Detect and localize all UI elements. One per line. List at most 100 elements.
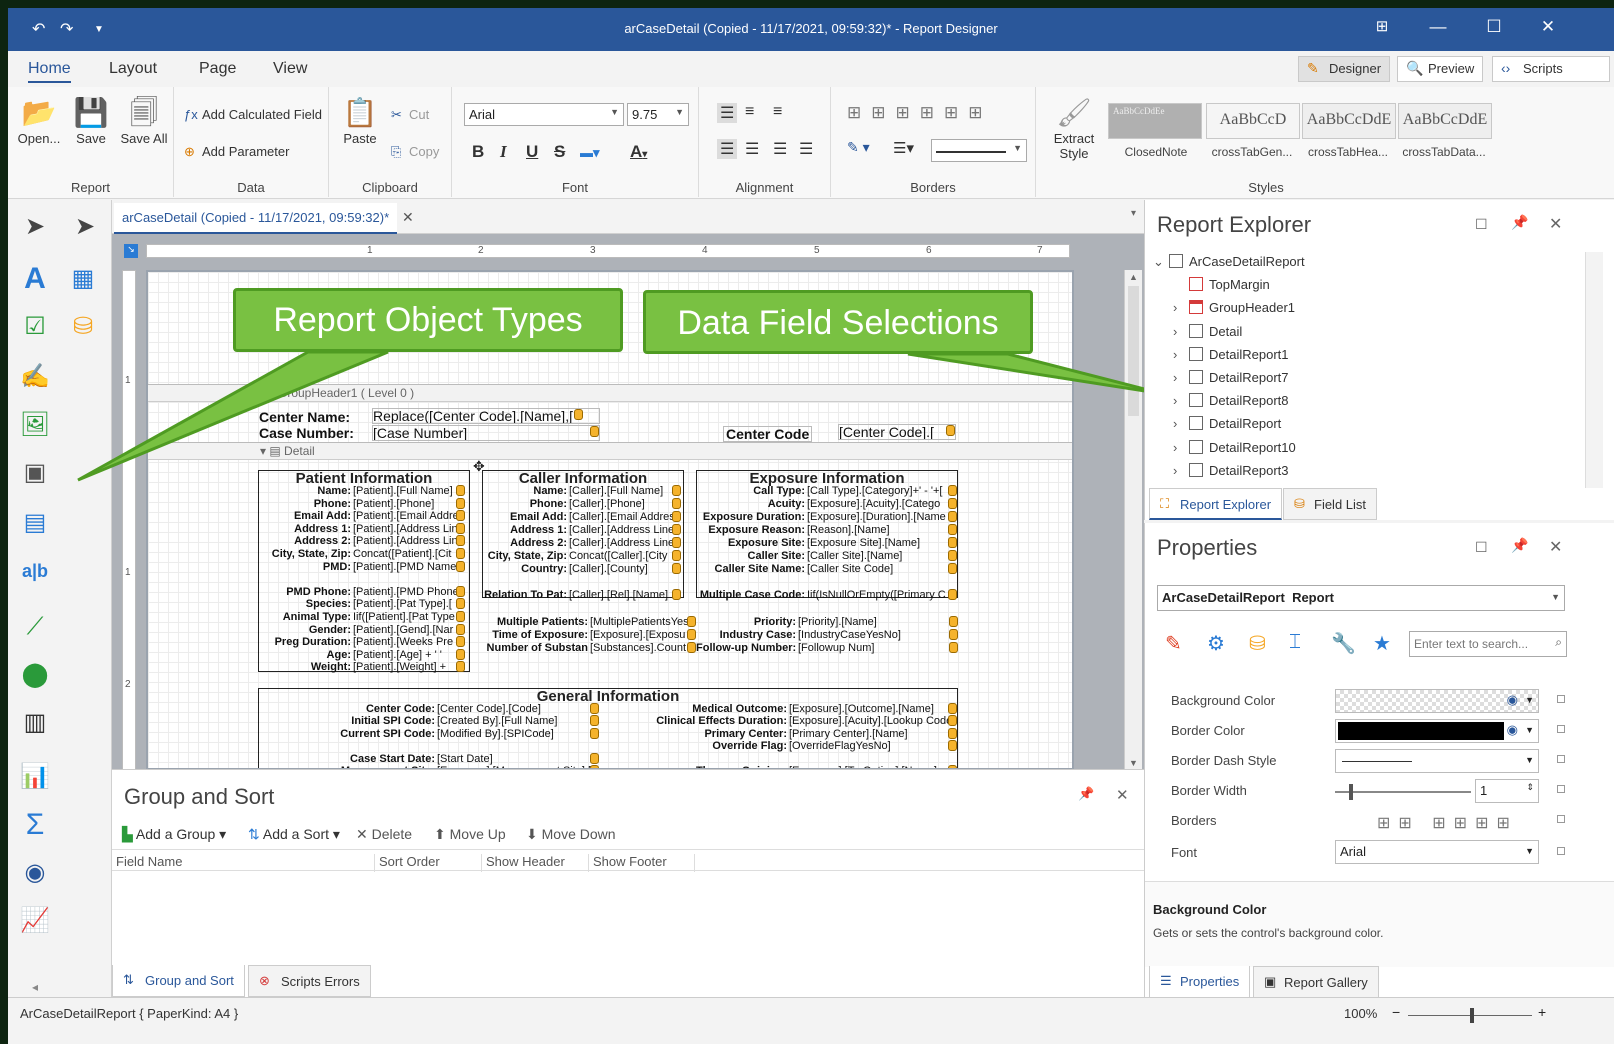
chevron-right-icon[interactable]: › xyxy=(1173,300,1189,315)
center-code-field[interactable]: [Center Code].[ xyxy=(838,424,956,440)
close-panel-icon[interactable]: ✕ xyxy=(1549,214,1562,234)
align-top-icon[interactable]: ☰ xyxy=(717,103,738,123)
align-bottom-icon[interactable]: ≡ xyxy=(773,103,782,121)
pointer-icon[interactable]: ➤ xyxy=(18,210,52,244)
field-value[interactable]: [Patient].[Weight] + xyxy=(353,661,465,673)
align-right-icon[interactable]: ☰ xyxy=(773,139,787,159)
tab-report-explorer[interactable]: ⛶ Report Explorer xyxy=(1149,488,1283,520)
field-label[interactable]: Weight: xyxy=(259,661,351,673)
tree-item[interactable]: › DetailReport xyxy=(1173,416,1281,431)
center-name-label[interactable]: Center Name: xyxy=(259,410,350,424)
border-sides-icons[interactable]: ⊞⊞⊞⊞⊞⊞ xyxy=(847,103,992,123)
field-value[interactable]: [Substances].Count xyxy=(590,642,696,654)
caller-info-box[interactable]: Caller Information Name: [Caller].[Full Na… xyxy=(482,470,684,601)
tree-item[interactable]: TopMargin xyxy=(1173,277,1270,292)
field-label[interactable]: Exposure Reason: xyxy=(697,524,805,536)
field-label[interactable]: PMD Phone: xyxy=(259,586,351,598)
field-value[interactable]: [Caller].[Full Name] xyxy=(569,485,681,497)
case-number-field[interactable]: [Case Number] xyxy=(372,425,600,441)
tab-view[interactable]: View xyxy=(273,60,307,78)
background-color-value[interactable]: ◉ ▼ xyxy=(1335,689,1539,713)
preview-button[interactable]: 🔍 Preview xyxy=(1397,56,1484,82)
column-header[interactable]: Show Footer xyxy=(588,854,667,872)
field-label[interactable]: Caller Site: xyxy=(697,550,805,562)
align-left-icon[interactable]: ☰ xyxy=(717,139,738,159)
underline-button[interactable]: U xyxy=(526,142,538,162)
field-label[interactable]: Phone: xyxy=(259,498,351,510)
field-value[interactable]: [Patient].[Address Lin xyxy=(353,535,465,547)
border-dash-style-value[interactable]: ▼ xyxy=(1335,749,1539,773)
field-value[interactable]: [IndustryCaseYesNo] xyxy=(798,629,958,641)
field-value[interactable]: [Caller Site].[Name] xyxy=(807,550,957,562)
chevron-right-icon[interactable]: › xyxy=(1173,440,1189,455)
general-info-box[interactable]: General Information Center Code: [Center C… xyxy=(258,688,958,768)
move-down-button[interactable]: ⬇ Move Down xyxy=(526,826,616,843)
field-value[interactable]: [Exposure].[Acuity].[Catego xyxy=(807,498,957,510)
style-crosstabheader[interactable]: AaBbCcDdE xyxy=(1302,103,1396,139)
field-value[interactable]: Iif(IsNullOrEmpty([Primary C xyxy=(807,589,957,601)
patient-info-box[interactable]: Patient Information Name: [Patient].[Full … xyxy=(258,470,470,673)
tab-scripts-errors[interactable]: ⊗ Scripts Errors xyxy=(248,965,371,997)
style-crosstabgeneral[interactable]: AaBbCcD xyxy=(1206,103,1300,139)
field-label[interactable]: Relation To Pat: xyxy=(483,589,567,601)
richtext-tool-icon[interactable]: ✍ xyxy=(18,360,52,394)
field-label[interactable]: Override Flag: xyxy=(609,740,787,752)
minimize-button[interactable]: — xyxy=(1426,17,1450,37)
property-marker[interactable] xyxy=(1557,725,1565,733)
style-closednote[interactable]: AaBbCcDdEe xyxy=(1108,103,1202,139)
zoom-in-icon[interactable]: + xyxy=(1538,1004,1546,1020)
data-icon[interactable]: ⛁ xyxy=(1249,631,1266,656)
line-tool-icon[interactable]: ⟋ xyxy=(18,610,52,644)
panel-tool-icon[interactable]: ▣ xyxy=(18,456,52,490)
checkbox-tool-icon[interactable]: ☑ xyxy=(18,310,52,344)
cut-button[interactable]: ✂ Cut xyxy=(391,107,429,123)
field-value[interactable]: [Priority].[Name] xyxy=(798,616,958,628)
font-value[interactable]: Arial ▼ xyxy=(1335,840,1539,864)
column-header[interactable]: Sort Order xyxy=(374,854,440,872)
chevron-right-icon[interactable]: › xyxy=(1173,370,1189,385)
tab-group-and-sort[interactable]: ⇅ Group and Sort xyxy=(112,965,245,997)
add-group-button[interactable]: ▙ Add a Group ▾ xyxy=(122,826,226,843)
field-label[interactable]: Medical Outcome: xyxy=(609,703,787,715)
add-calculated-field-button[interactable]: ƒx Add Calculated Field xyxy=(184,107,322,122)
pin-icon[interactable]: 📌 xyxy=(1511,537,1528,554)
tab-field-list[interactable]: ⛁ Field List xyxy=(1283,488,1378,520)
field-value[interactable]: Concat([Caller].[City xyxy=(569,550,681,562)
field-value[interactable]: [Created By].[Full Name] xyxy=(437,715,599,727)
field-value[interactable]: [MultiplePatientsYes xyxy=(590,616,696,628)
field-label[interactable]: Center Code: xyxy=(259,703,435,715)
chevron-right-icon[interactable]: › xyxy=(1173,416,1189,431)
zoom-slider-thumb[interactable] xyxy=(1470,1008,1474,1023)
chart-tool-icon[interactable]: 📊 xyxy=(18,760,52,794)
property-marker[interactable] xyxy=(1557,785,1565,793)
tree-item[interactable]: › DetailReport3 xyxy=(1173,462,1289,478)
designer-button[interactable]: ✎ Designer xyxy=(1298,56,1391,82)
shape-tool-icon[interactable]: ⬤ xyxy=(18,658,52,692)
scroll-thumb[interactable] xyxy=(1128,286,1139,416)
field-value[interactable]: [Exposure].[Outcome].[Name] xyxy=(789,703,957,715)
justify-icon[interactable]: ☰ xyxy=(799,139,813,159)
add-sort-button[interactable]: ⇅ Add a Sort ▾ xyxy=(248,826,340,843)
font-color-button[interactable]: A▾ xyxy=(630,142,647,162)
field-label[interactable]: Follow-up Number: xyxy=(696,642,796,654)
center-name-field[interactable]: Replace([Center Code].[Name],[ xyxy=(372,408,600,424)
field-value[interactable]: [Patient].[Email Addre xyxy=(353,510,465,522)
border-dash-combo[interactable]: ▼ xyxy=(931,139,1027,162)
field-value[interactable]: [Call Type].[Category]+' - '+[ xyxy=(807,485,957,497)
tree-item[interactable]: › DetailReport1 xyxy=(1173,346,1289,362)
pin-icon[interactable]: 📌 xyxy=(1078,786,1094,802)
align-middle-icon[interactable]: ≡ xyxy=(745,103,754,121)
field-value[interactable]: [Patient].[Age] + ' ' xyxy=(353,648,465,661)
scroll-down-icon[interactable]: ▼ xyxy=(1129,758,1138,768)
field-label[interactable]: Exposure Site: xyxy=(697,537,805,549)
border-width-slider[interactable] xyxy=(1335,784,1471,800)
design-vertical-scrollbar[interactable]: ▲ ▼ xyxy=(1124,270,1142,769)
gauge-tool-icon[interactable]: ◉ xyxy=(18,856,52,890)
collapse-icon[interactable]: ▾ ▤ xyxy=(260,444,284,458)
field-label[interactable]: Country: xyxy=(483,563,567,575)
table-tool-icon[interactable]: ▦ xyxy=(66,262,100,296)
column-header[interactable]: Field Name xyxy=(112,854,182,872)
tab-properties[interactable]: ☰ Properties xyxy=(1149,966,1251,998)
border-sides-icons[interactable]: ⊞⊞ ⊞⊞⊞⊞ xyxy=(1377,813,1518,833)
field-label[interactable]: Address 2: xyxy=(259,535,351,547)
